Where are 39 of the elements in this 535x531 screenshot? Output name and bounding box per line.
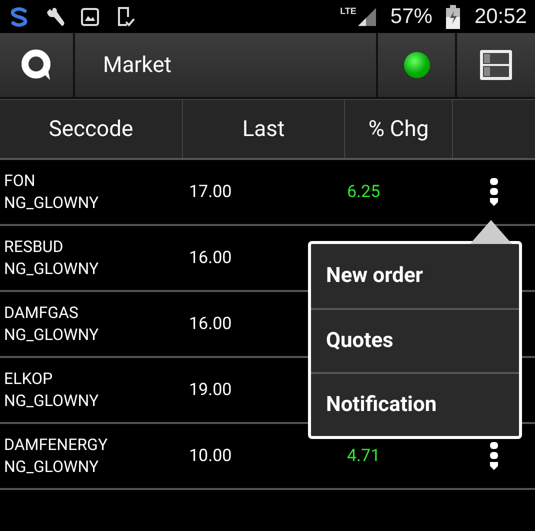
column-header[interactable]: Seccode	[0, 100, 183, 158]
last-price: 19.00	[188, 380, 233, 400]
security-code: RESBUD	[4, 236, 64, 258]
battery-percent: 57%	[390, 4, 432, 28]
battery-icon	[446, 4, 460, 28]
menu-item[interactable]: Notification	[311, 372, 519, 436]
menu-item[interactable]: New order	[311, 244, 519, 308]
market-name: NG_GLOWNY	[4, 192, 100, 214]
security-code: ELKOP	[4, 368, 54, 390]
more-icon	[489, 441, 499, 471]
clock: 20:52	[474, 4, 527, 28]
security-code: DAMFGAS	[4, 302, 80, 324]
wrench-icon	[44, 6, 66, 28]
menu-item[interactable]: Quotes	[311, 308, 519, 372]
security-code: DAMFENERGY	[4, 434, 109, 456]
security-code: FON	[4, 170, 36, 192]
column-header[interactable]: % Chg	[345, 100, 453, 158]
market-name: NG_GLOWNY	[4, 258, 100, 280]
screen-title: Market	[75, 33, 376, 97]
popup-arrow	[470, 218, 512, 244]
market-name: NG_GLOWNY	[4, 390, 100, 412]
last-price: 16.00	[188, 248, 233, 268]
network-label: LTE	[340, 6, 356, 16]
image-icon	[80, 6, 100, 26]
market-name: NG_GLOWNY	[4, 456, 100, 478]
market-name: NG_GLOWNY	[4, 324, 100, 346]
signal-icon	[358, 8, 376, 26]
layout-icon	[479, 49, 513, 81]
last-price: 17.00	[188, 182, 233, 202]
last-price: 16.00	[188, 314, 233, 334]
connection-status-button[interactable]	[378, 33, 455, 97]
percent-change: 6.25	[347, 182, 380, 202]
app-logo-button[interactable]	[0, 33, 73, 97]
more-icon	[489, 177, 499, 207]
layout-button[interactable]	[457, 33, 535, 97]
last-price: 10.00	[188, 446, 233, 466]
column-header[interactable]: Last	[183, 100, 345, 158]
percent-change: 4.71	[347, 446, 380, 466]
speech-bubble-icon	[20, 48, 54, 82]
